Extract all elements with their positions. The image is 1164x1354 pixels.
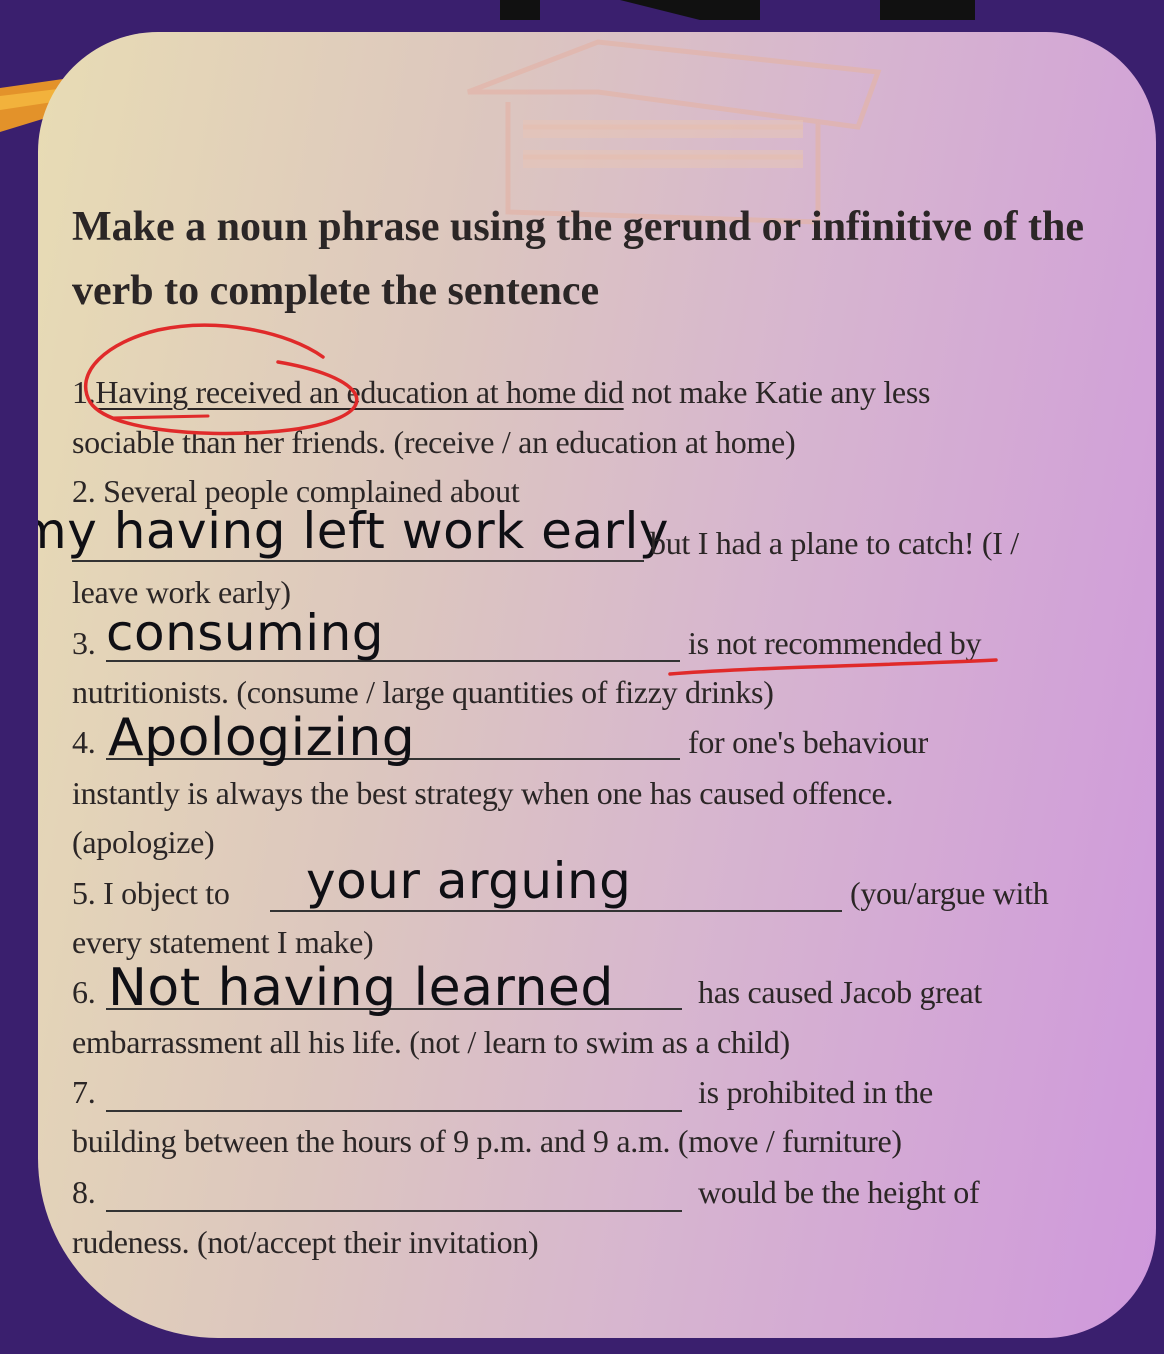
item-2-handwritten-answer: my having left work early (38, 502, 670, 560)
item-2-rest: but I had a plane to catch! (I / (650, 525, 1019, 561)
item-4-number: 4. (72, 724, 96, 760)
instructions-title: Make a noun phrase using the gerund or i… (72, 204, 1084, 314)
item-3-rest: is not recommended by (688, 625, 982, 662)
item-4-line2: instantly is always the best strategy wh… (72, 775, 894, 811)
item-8-line2: rudeness. (not/accept their invitation) (72, 1224, 539, 1260)
item-6-handwritten-answer: Not having learned (108, 958, 614, 1018)
item-4-line3: (apologize) (72, 824, 215, 860)
item-6-rest: has caused Jacob great (698, 974, 982, 1010)
item-8-blank[interactable] (106, 1210, 682, 1212)
item-8-number: 8. (72, 1174, 96, 1210)
item-6-number: 6. (72, 974, 96, 1010)
item-7-number: 7. (72, 1074, 96, 1110)
item-7-rest: is prohibited in the (698, 1074, 933, 1110)
item-3-rest-tail: by (942, 625, 982, 661)
item-1-rest: not make Katie any less (623, 374, 931, 410)
item-8-rest: would be the height of (698, 1174, 980, 1210)
item-5-handwritten-answer: your arguing (306, 852, 632, 910)
item-5-line2: every statement I make) (72, 924, 374, 960)
item-7-line2: building between the hours of 9 p.m. and… (72, 1123, 902, 1159)
underline-annotation (668, 658, 998, 676)
item-3-line2: nutritionists. (consume / large quantiti… (72, 674, 774, 710)
item-2-blank (72, 560, 644, 562)
item-5-rest: (you/argue with (850, 875, 1049, 911)
item-3-handwritten-answer: consuming (106, 604, 385, 662)
item-1-answer: Having received an education at home did (95, 374, 624, 410)
book-top-icon (500, 0, 975, 20)
item-5-prefix: 5. I object to (72, 875, 230, 911)
worksheet-card: Make a noun phrase using the gerund or i… (38, 32, 1156, 1338)
item-3-rest-underlined: is not recommended (688, 625, 943, 661)
item-1-line2: sociable than her friends. (receive / an… (72, 424, 796, 460)
item-3-number: 3. (72, 625, 96, 661)
item-4-rest: for one's behaviour (688, 724, 928, 760)
item-5-blank (270, 910, 842, 912)
item-1: 1.Having received an education at home d… (72, 374, 930, 411)
item-6-line2: embarrassment all his life. (not / learn… (72, 1024, 790, 1060)
item-7-blank[interactable] (106, 1110, 682, 1112)
item-1-number: 1. (72, 374, 96, 410)
item-4-handwritten-answer: Apologizing (108, 708, 416, 768)
